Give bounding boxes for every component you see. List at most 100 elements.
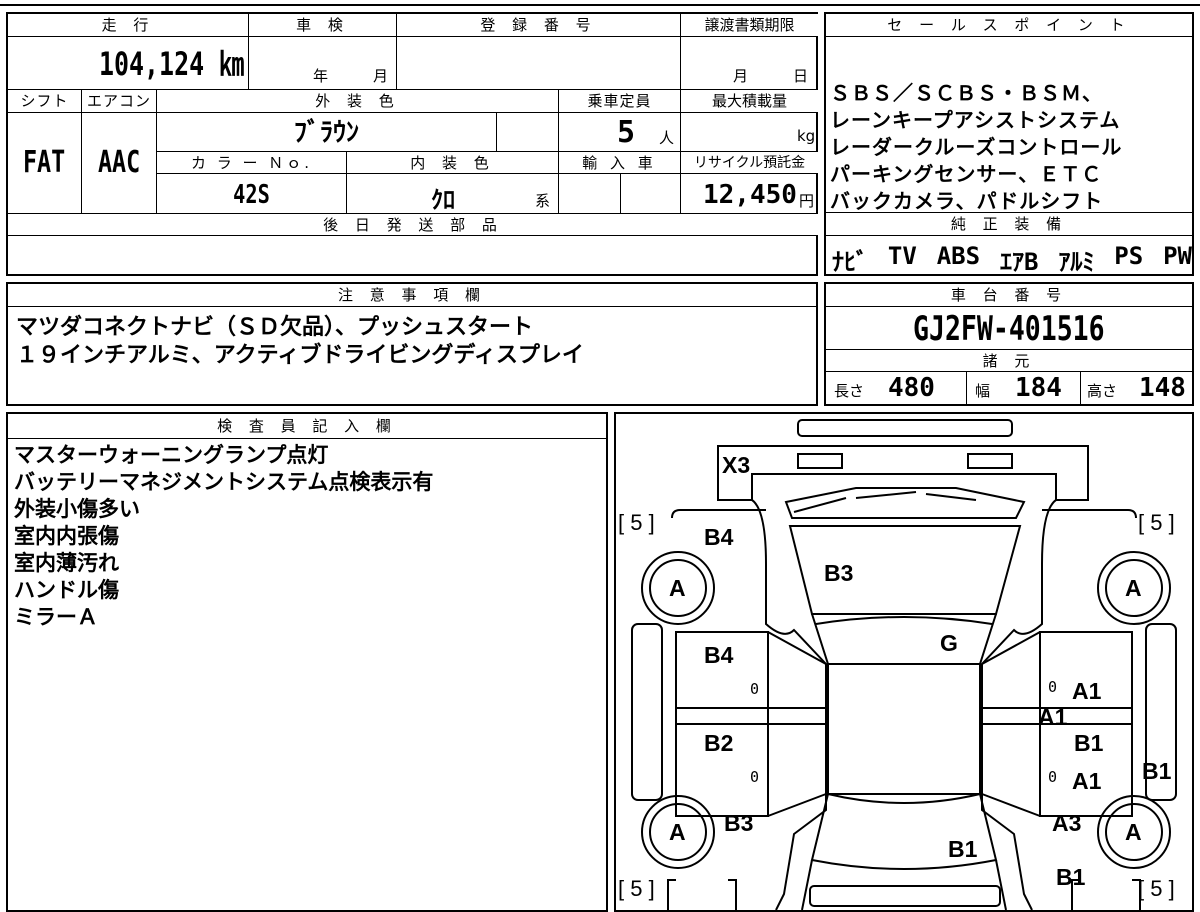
notes-text: マツダコネクトナビ（ＳＤ欠品）、プッシュスタート １９インチアルミ、アクティブド… [16,314,584,370]
damage-mark-b1-bottom: B1 [948,836,978,862]
transfer-deadline-label: 譲渡書類期限 [680,14,818,37]
equipment-item: TV [887,242,917,270]
height-cell: 高さ 148 [1080,372,1192,404]
sales-point-line: ＳＢＳ／ＳＣＢＳ・ＢＳＭ、 [830,81,1103,105]
tire-grade-front-right: A [1125,575,1142,601]
car-outline-svg [631,419,1177,910]
spec-label: 諸 元 [826,350,1192,372]
inspector-line: 外装小傷多い [14,497,140,521]
tire-depth-front-right: [ 5 ] [1138,510,1175,535]
width-label: 幅 [975,382,991,400]
shift-label: シフト [8,90,81,113]
recycle-label: リサイクル預託金 [680,152,818,174]
mileage-label: 走 行 [8,14,248,37]
capacity-value: 5 人 [558,113,680,151]
damage-mark-b4-left: B4 [704,642,734,668]
max-load-label: 最大積載量 [680,90,818,113]
sales-point-line: レーダークルーズコントロール [830,135,1123,159]
later-parts-label: 後 日 発 送 部 品 [8,214,818,236]
ac-value: AAC [81,113,156,213]
inspector-line: ミラーＡ [14,605,98,629]
ac-text: AAC [97,145,141,180]
width-cell: 幅 184 [966,372,1080,404]
ext-color-label: 外 装 色 [156,90,558,113]
capacity-unit: 人 [659,129,675,147]
inspector-text: マスターウォーニングランプ点灯 バッテリーマネジメントシステム点検表示有 外装小… [14,442,433,631]
inspector-line: マスターウォーニングランプ点灯 [14,443,329,467]
inspection-year-unit: 年 [313,67,329,85]
sales-point-line: バックカメラ、パドルシフト [830,189,1104,213]
registration-value [396,37,680,89]
shift-value: FAT [8,113,81,213]
color-no-value: 42S [156,174,346,213]
tire-grade-front-left: A [669,575,686,601]
zero-mark-left-rear: 0 [750,768,760,786]
transfer-deadline-value: 月 日 [680,37,818,89]
ext-color-value: ﾌﾞﾗｳﾝ [156,113,496,151]
length-value: 480 [888,373,935,403]
import-label: 輸 入 車 [558,152,680,174]
damage-mark-b3-top: B3 [824,560,854,586]
int-color-label: 内 装 色 [346,152,558,174]
equipment-item: ｱﾙﾐ [1058,248,1095,276]
equipment-label: 純 正 装 備 [826,213,1192,236]
length-cell: 長さ 480 [826,372,966,404]
height-label: 高さ [1087,382,1118,400]
damage-mark-b3-left: B3 [724,810,754,836]
tire-grade-rear-left: A [669,819,686,845]
zero-mark-right-rear: 0 [1048,768,1058,786]
zero-mark-left-front: 0 [750,680,760,698]
width-value: 184 [1015,373,1062,403]
inspector-line: 室内薄汚れ [14,551,119,575]
capacity-number: 5 [617,115,636,150]
inspector-line: ハンドル傷 [14,578,119,602]
inspection-value: 年 月 [248,37,396,89]
height-value: 148 [1139,373,1186,403]
notes-line: マツダコネクトナビ（ＳＤ欠品）、プッシュスタート [16,315,534,340]
int-color-suffix: 系 [535,192,551,210]
top-cutoff-strip [0,0,1200,6]
recycle-value: 12,450 円 [680,174,818,213]
damage-mark-a1-right-top: A1 [1072,678,1102,704]
equipment-item: PS [1114,242,1144,270]
transfer-day-unit: 日 [793,67,809,85]
equipment-item: ﾅﾋﾞ [832,248,868,276]
equipment-list: ﾅﾋﾞ TV ABS ｴｱB ｱﾙﾐ PS PW [832,242,1192,277]
registration-label: 登 録 番 号 [396,14,680,37]
sales-points-list: ＳＢＳ／ＳＣＢＳ・ＢＳＭ、 レーンキープアシストシステム レーダークルーズコント… [830,80,1190,215]
damage-mark-x3: X3 [722,452,751,478]
sales-point-line: レーンキープアシストシステム [830,108,1121,132]
vehicle-info-panel: 走 行 車 検 登 録 番 号 譲渡書類期限 104,124 ㎞ 年 月 月 日… [6,12,818,276]
inspector-panel: 検 査 員 記 入 欄 マスターウォーニングランプ点灯 バッテリーマネジメントシ… [6,412,608,912]
ac-label: エアコン [81,90,156,113]
recycle-amount: 12,450 [703,180,797,210]
max-load-value: kg [680,113,818,151]
color-no-label: カ ラ ー Ｎｏ. [156,152,346,174]
chassis-label: 車 台 番 号 [826,284,1192,307]
import-value [558,174,620,213]
notes-line: １９インチアルミ、アクティブドライビングディスプレイ [16,343,584,368]
equipment-item: PW [1163,242,1192,270]
int-color-text: ｸﾛ [431,186,455,213]
int-color-value: ｸﾛ 系 [346,174,558,213]
recycle-unit: 円 [799,192,815,210]
tire-depth-rear-left: [ 5 ] [618,876,655,901]
damage-mark-a3-right: A3 [1052,810,1082,836]
equipment-item: ABS [936,242,981,270]
capacity-label: 乗車定員 [558,90,680,113]
damage-mark-b1-far-right: B1 [1142,758,1172,784]
import-value-2 [620,174,680,213]
damage-mark-a1-right-bottom: A1 [1072,768,1102,794]
notes-panel: 注 意 事 項 欄 マツダコネクトナビ（ＳＤ欠品）、プッシュスタート １９インチ… [6,282,818,406]
notes-label: 注 意 事 項 欄 [8,284,816,307]
chassis-panel: 車 台 番 号 GJ2FW-401516 諸 元 長さ 480 幅 184 高さ… [824,282,1194,406]
damage-mark-b4-top: B4 [704,524,734,550]
inspector-line: 室内内張傷 [14,524,119,548]
ext-color-extra [496,113,558,151]
sales-point-line: パーキングセンサー、ＥＴＣ [830,162,1103,186]
zero-mark-right-front: 0 [1048,678,1058,696]
mileage-text: 104,124 ㎞ [98,45,244,83]
inspector-line: バッテリーマネジメントシステム点検表示有 [14,470,434,494]
length-label: 長さ [834,382,865,400]
damage-mark-a1-center: A1 [1038,704,1068,730]
